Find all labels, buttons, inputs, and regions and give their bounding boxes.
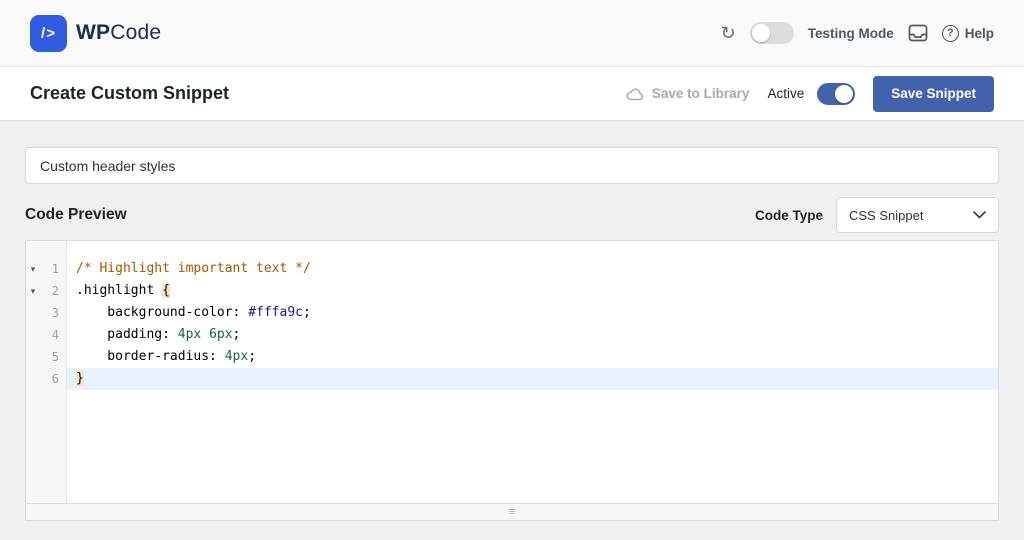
wpcode-logo-icon: /> bbox=[30, 15, 67, 52]
snippet-title-input[interactable] bbox=[25, 147, 999, 184]
gutter-line: 6 bbox=[26, 368, 66, 390]
code-line[interactable]: } bbox=[67, 368, 998, 390]
refresh-icon[interactable]: ↻ bbox=[721, 24, 736, 42]
gutter-line: ▾1 bbox=[26, 258, 66, 280]
save-snippet-button[interactable]: Save Snippet bbox=[873, 76, 994, 112]
code-line[interactable]: .highlight { bbox=[67, 280, 998, 302]
help-label: Help bbox=[965, 26, 994, 41]
testing-mode-label: Testing Mode bbox=[808, 26, 894, 41]
gutter-line: ▾2 bbox=[26, 280, 66, 302]
chevron-down-icon bbox=[973, 211, 986, 219]
page-header: Create Custom Snippet Save to Library Ac… bbox=[0, 67, 1024, 121]
line-number: 5 bbox=[40, 350, 66, 364]
wordmark-wp: WP bbox=[76, 21, 110, 44]
code-type-select[interactable]: CSS Snippet bbox=[836, 197, 999, 233]
testing-mode-toggle[interactable] bbox=[750, 22, 794, 44]
inbox-icon[interactable] bbox=[908, 23, 928, 43]
toggle-knob bbox=[835, 85, 853, 103]
code-preview-row: Code Preview Code Type CSS Snippet bbox=[25, 197, 999, 233]
code-line[interactable]: border-radius: 4px; bbox=[67, 346, 998, 368]
active-label: Active bbox=[767, 86, 804, 101]
line-number: 6 bbox=[40, 372, 66, 386]
editor-code-area[interactable]: /* Highlight important text */.highlight… bbox=[67, 241, 998, 503]
line-number: 1 bbox=[40, 262, 66, 276]
code-type-label: Code Type bbox=[755, 208, 823, 223]
save-to-library-label: Save to Library bbox=[652, 86, 750, 101]
gutter-line: 5 bbox=[26, 346, 66, 368]
gutter-line: 4 bbox=[26, 324, 66, 346]
cloud-icon bbox=[625, 87, 645, 101]
code-type-value: CSS Snippet bbox=[849, 208, 923, 223]
active-toggle[interactable] bbox=[817, 83, 855, 105]
grip-icon: ≡ bbox=[508, 507, 515, 518]
top-bar: /> WPCode ↻ Testing Mode ? Help bbox=[0, 0, 1024, 67]
code-line[interactable]: background-color: #fffa9c; bbox=[67, 302, 998, 324]
save-to-library-button[interactable]: Save to Library bbox=[625, 86, 750, 101]
code-line[interactable]: /* Highlight important text */ bbox=[67, 258, 998, 280]
fold-arrow-icon[interactable]: ▾ bbox=[26, 286, 40, 297]
page-title: Create Custom Snippet bbox=[30, 83, 229, 104]
wpcode-wordmark: WPCode bbox=[76, 21, 161, 45]
line-number: 2 bbox=[40, 284, 66, 298]
code-line[interactable]: padding: 4px 6px; bbox=[67, 324, 998, 346]
content-area: Code Preview Code Type CSS Snippet ▾1▾23… bbox=[0, 121, 1024, 521]
wordmark-code: Code bbox=[110, 21, 161, 44]
code-editor[interactable]: ▾1▾23456 /* Highlight important text */.… bbox=[25, 240, 999, 504]
help-icon: ? bbox=[942, 25, 959, 42]
line-number: 3 bbox=[40, 306, 66, 320]
fold-arrow-icon[interactable]: ▾ bbox=[26, 264, 40, 275]
line-number: 4 bbox=[40, 328, 66, 342]
toggle-knob bbox=[752, 24, 770, 42]
gutter-line: 3 bbox=[26, 302, 66, 324]
code-preview-heading: Code Preview bbox=[25, 206, 127, 224]
wpcode-logo: /> WPCode bbox=[30, 15, 161, 52]
editor-gutter: ▾1▾23456 bbox=[26, 241, 67, 503]
editor-resize-handle[interactable]: ≡ bbox=[25, 504, 999, 521]
help-button[interactable]: ? Help bbox=[942, 25, 994, 42]
